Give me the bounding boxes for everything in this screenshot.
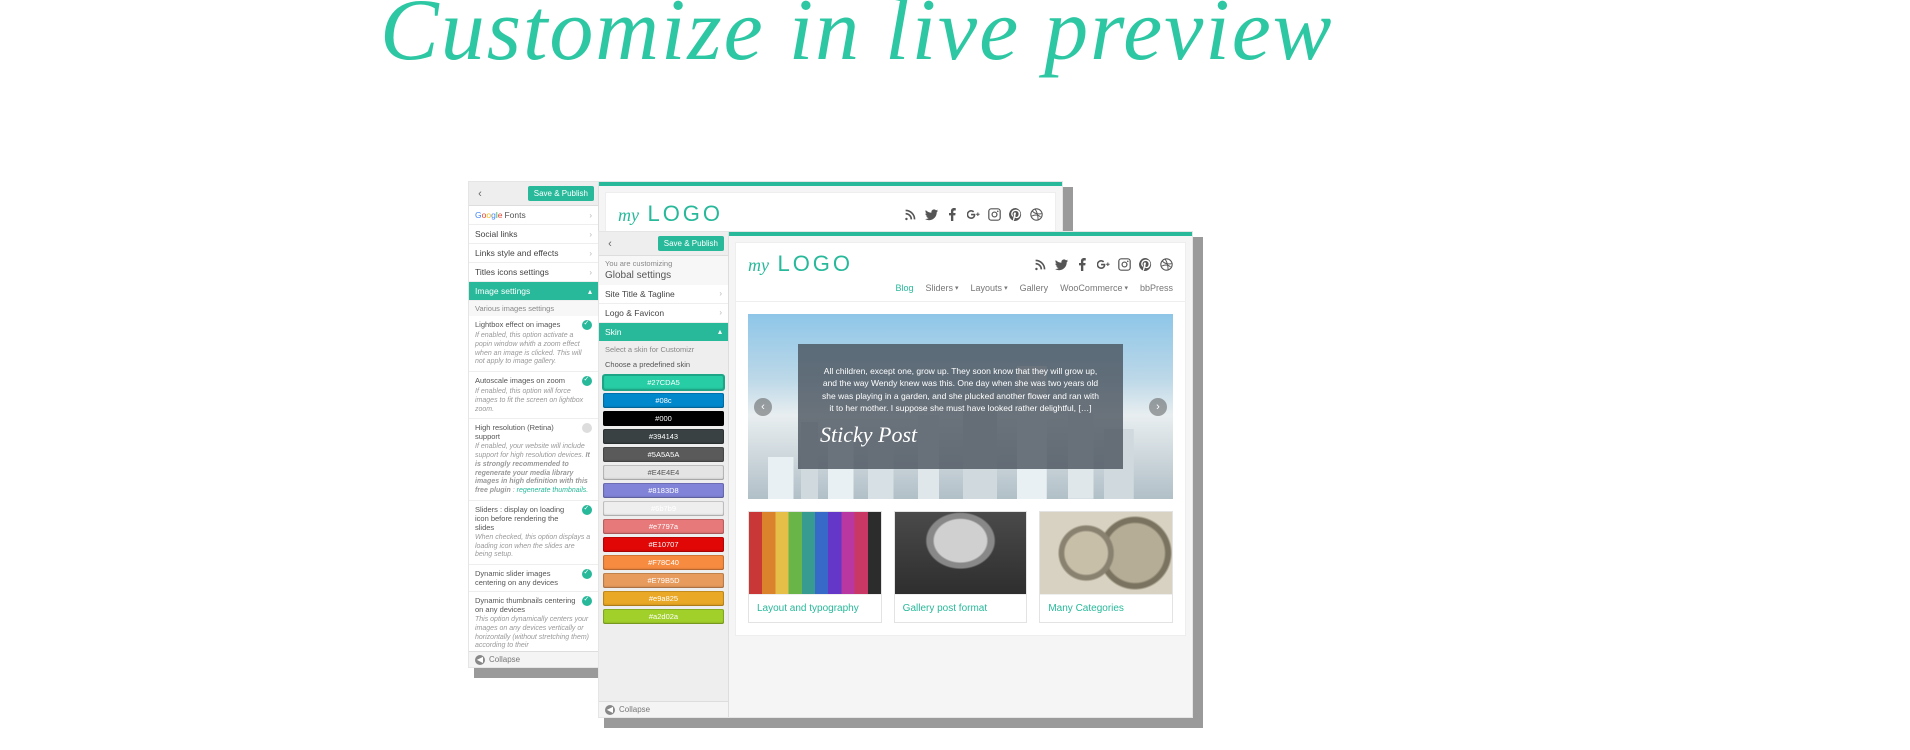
featured-cards: Layout and typography Gallery post format… — [748, 511, 1173, 623]
rss-icon[interactable] — [1034, 258, 1047, 271]
save-publish-button[interactable]: Save & Publish — [658, 236, 724, 251]
skin-swatch[interactable]: #e7797a — [603, 519, 724, 534]
skin-swatch[interactable]: #E10707 — [603, 537, 724, 552]
section-google-fonts[interactable]: GoogleFonts › — [469, 206, 598, 225]
nav-item[interactable]: WooCommerce▾ — [1060, 283, 1128, 293]
google-plus-icon[interactable] — [1097, 258, 1110, 271]
nav-item[interactable]: Gallery — [1020, 283, 1049, 293]
facebook-icon[interactable] — [946, 208, 959, 221]
skin-swatch[interactable]: #394143 — [603, 429, 724, 444]
social-icons — [1034, 258, 1173, 271]
collapse-button[interactable]: ◀ Collapse — [599, 701, 728, 717]
customizer-window-skin: ‹ Save & Publish You are customizing Glo… — [598, 231, 1193, 718]
opt-retina[interactable]: High resolution (Retina) support If enab… — [469, 419, 598, 501]
customizer-sidebar-back: ‹ Save & Publish GoogleFonts › Social li… — [469, 182, 599, 667]
featured-card[interactable]: Layout and typography — [748, 511, 882, 623]
skin-swatch-list: #27CDA5 #08c #000 #394143 #5A5A5A #E4E4E4 #818… — [599, 372, 728, 627]
skin-choose-label: Choose a predefined skin — [599, 357, 728, 372]
caret-down-icon: ▾ — [1004, 284, 1008, 292]
skin-swatch[interactable]: #27CDA5 — [603, 375, 724, 390]
card-title: Gallery post format — [895, 594, 1027, 622]
card-image — [895, 512, 1027, 594]
card-image — [749, 512, 881, 594]
pinterest-icon[interactable] — [1009, 208, 1022, 221]
pinterest-icon[interactable] — [1139, 258, 1152, 271]
google-plus-icon[interactable] — [967, 208, 980, 221]
customizer-sidebar-front: ‹ Save & Publish You are customizing Glo… — [599, 232, 729, 717]
save-publish-button[interactable]: Save & Publish — [528, 186, 594, 201]
slider-next-button[interactable]: › — [1149, 398, 1167, 416]
site-preview-front: my LOGO Blog Sliders▾ Layouts▾ Gallery WooCo… — [729, 232, 1192, 717]
skin-swatch[interactable]: #E79B5D — [603, 573, 724, 588]
hero-text: All children, except one, grow up. They … — [820, 365, 1101, 414]
back-button[interactable]: ‹ — [603, 237, 617, 251]
slider-prev-button[interactable]: ‹ — [754, 398, 772, 416]
social-icons — [904, 208, 1043, 221]
featured-card[interactable]: Many Categories — [1039, 511, 1173, 623]
caret-down-icon: ▾ — [1124, 284, 1128, 292]
caret-down-icon: ▾ — [955, 284, 959, 292]
toggle-icon[interactable] — [582, 376, 592, 386]
skin-swatch[interactable]: #F78C40 — [603, 555, 724, 570]
section-links-style[interactable]: Links style and effects› — [469, 244, 598, 263]
section-image-settings[interactable]: Image settings▴ — [469, 282, 598, 301]
skin-swatch[interactable]: #000 — [603, 411, 724, 426]
section-site-title[interactable]: Site Title & Tagline› — [599, 285, 728, 304]
global-settings-label: Global settings — [605, 270, 671, 281]
skin-swatch[interactable]: #e9a825 — [603, 591, 724, 606]
card-title: Many Categories — [1040, 594, 1172, 622]
opt-lightbox[interactable]: Lightbox effect on images If enabled, th… — [469, 316, 598, 372]
toggle-icon[interactable] — [582, 423, 592, 433]
skin-swatch[interactable]: #5A5A5A — [603, 447, 724, 462]
image-settings-subhead: Various images settings — [469, 301, 598, 316]
rss-icon[interactable] — [904, 208, 917, 221]
skin-swatch[interactable]: #E4E4E4 — [603, 465, 724, 480]
collapse-icon: ◀ — [605, 705, 615, 715]
facebook-icon[interactable] — [1076, 258, 1089, 271]
instagram-icon[interactable] — [988, 208, 1001, 221]
collapse-button[interactable]: ◀ Collapse — [469, 651, 598, 667]
section-titles-icons[interactable]: Titles icons settings› — [469, 263, 598, 282]
toggle-icon[interactable] — [582, 320, 592, 330]
site-nav: Blog Sliders▾ Layouts▾ Gallery WooCommerce▾ b… — [736, 279, 1185, 302]
section-logo-favicon[interactable]: Logo & Favicon› — [599, 304, 728, 323]
customizing-label: You are customizing — [605, 259, 672, 268]
card-title: Layout and typography — [749, 594, 881, 622]
site-logo: my LOGO — [618, 201, 723, 227]
section-skin[interactable]: Skin▴ — [599, 323, 728, 342]
instagram-icon[interactable] — [1118, 258, 1131, 271]
featured-card[interactable]: Gallery post format — [894, 511, 1028, 623]
toggle-icon[interactable] — [582, 505, 592, 515]
dribbble-icon[interactable] — [1160, 258, 1173, 271]
collapse-icon: ◀ — [475, 655, 485, 665]
nav-item[interactable]: Blog — [895, 283, 913, 293]
opt-dynamic-thumb-center[interactable]: Dynamic thumbnails centering on any devi… — [469, 592, 598, 656]
skin-swatch[interactable]: #08c — [603, 393, 724, 408]
hero-overlay: All children, except one, grow up. They … — [798, 344, 1123, 469]
twitter-icon[interactable] — [925, 208, 938, 221]
hero-title: Customize in live preview — [380, 0, 1380, 200]
skin-swatch[interactable]: #a2d02a — [603, 609, 724, 624]
dribbble-icon[interactable] — [1030, 208, 1043, 221]
hero-sticky-label: Sticky Post — [820, 422, 1101, 448]
toggle-icon[interactable] — [582, 596, 592, 606]
regenerate-thumbnails-link[interactable]: regenerate thumbnails. — [517, 487, 589, 494]
card-image — [1040, 512, 1172, 594]
nav-item[interactable]: Layouts▾ — [971, 283, 1008, 293]
hero-slider: ‹ › All children, except one, grow up. T… — [748, 314, 1173, 499]
section-social-links[interactable]: Social links› — [469, 225, 598, 244]
site-logo: my LOGO — [748, 251, 853, 277]
back-button[interactable]: ‹ — [473, 187, 487, 201]
twitter-icon[interactable] — [1055, 258, 1068, 271]
opt-dynamic-slider-center[interactable]: Dynamic slider images centering on any d… — [469, 565, 598, 592]
skin-swatch[interactable]: #6b7b9 — [603, 501, 724, 516]
opt-slider-loading-icon[interactable]: Sliders : display on loading icon before… — [469, 501, 598, 565]
opt-autoscale[interactable]: Autoscale images on zoom If enabled, thi… — [469, 372, 598, 419]
toggle-icon[interactable] — [582, 569, 592, 579]
skin-swatch[interactable]: #8183D8 — [603, 483, 724, 498]
skin-subhead: Select a skin for Customizr — [599, 342, 728, 357]
nav-item[interactable]: Sliders▾ — [926, 283, 959, 293]
nav-item[interactable]: bbPress — [1140, 283, 1173, 293]
